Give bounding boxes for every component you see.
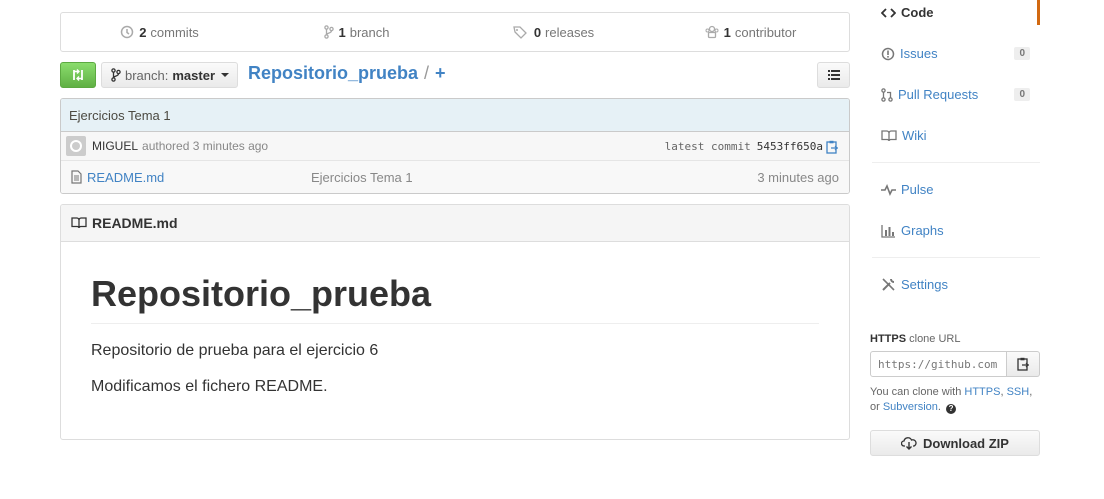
branch-select[interactable]: branch: master: [101, 62, 238, 88]
latest-commit: latest commit 5453ff650a: [665, 132, 839, 161]
contributors-link[interactable]: 1 contributor: [652, 13, 849, 51]
commit-meta: MIGUEL authored 3 minutes ago latest com…: [61, 132, 849, 161]
sidebar-item-label: Pull Requests: [898, 87, 979, 102]
readme-title: Repositorio_prueba: [91, 272, 819, 325]
branch-icon: [111, 68, 121, 82]
numbers-summary: 2 commits 1 branch 0 releases 1 contribu…: [60, 12, 850, 52]
repo-sidebar: Code Issues 0 Pull Requests 0 Wiki Pulse…: [870, 0, 1040, 305]
commits-label: commits: [150, 24, 199, 40]
clipboard-icon: [1016, 357, 1029, 371]
repo-root-link[interactable]: Repositorio_prueba: [248, 63, 418, 84]
tag-icon: [513, 26, 527, 39]
breadcrumb: Repositorio_prueba / +: [248, 63, 446, 84]
compare-button[interactable]: [60, 62, 96, 88]
branch-prefix: branch:: [125, 67, 169, 83]
commits-count: 2: [139, 24, 147, 40]
sidebar-item-label: Settings: [901, 277, 948, 292]
sidebar-item-label: Code: [901, 5, 934, 20]
path-separator: /: [424, 63, 430, 83]
file-table: Ejercicios Tema 1 MIGUEL authored 3 minu…: [60, 98, 850, 194]
commit-author[interactable]: MIGUEL: [92, 139, 138, 153]
branch-name: master: [172, 67, 216, 83]
question-icon[interactable]: ?: [946, 403, 957, 414]
clone-url-box: [870, 351, 1040, 377]
issue-icon: [881, 47, 895, 60]
readme-filename: README.md: [92, 215, 178, 231]
pulls-counter: 0: [1014, 88, 1030, 101]
table-row: README.md Ejercicios Tema 1 3 minutes ag…: [61, 161, 849, 193]
file-age: 3 minutes ago: [757, 169, 839, 185]
divider: [872, 162, 1040, 163]
list-view-button[interactable]: [817, 62, 850, 88]
copy-clone-url-button[interactable]: [1007, 351, 1040, 377]
commits-link[interactable]: 2 commits: [61, 13, 258, 51]
ssh-link[interactable]: SSH: [1007, 386, 1030, 398]
book-icon: [71, 217, 87, 229]
https-link[interactable]: HTTPS: [964, 386, 1000, 398]
sidebar-item-pulse[interactable]: Pulse: [870, 169, 1040, 210]
sidebar-item-code[interactable]: Code: [870, 0, 1040, 25]
sidebar-item-issues[interactable]: Issues 0: [870, 33, 1040, 74]
download-zip-label: Download ZIP: [923, 435, 1009, 451]
clone-url-label: HTTPS clone URL: [870, 333, 960, 345]
chevron-down-icon: [221, 73, 230, 77]
sidebar-item-label: Issues: [900, 46, 938, 61]
download-zip-button[interactable]: Download ZIP: [870, 430, 1040, 456]
releases-label: releases: [545, 24, 595, 40]
branches-count: 1: [338, 24, 346, 40]
clone-url-input[interactable]: [870, 351, 1007, 377]
sidebar-item-label: Pulse: [901, 182, 934, 197]
tools-icon: [882, 278, 895, 291]
releases-count: 0: [533, 24, 542, 40]
divider: [872, 257, 1040, 258]
latest-commit-label: latest commit: [664, 140, 751, 153]
sidebar-item-wiki[interactable]: Wiki: [870, 115, 1040, 156]
compare-icon: [73, 69, 83, 81]
sidebar-item-label: Wiki: [902, 128, 927, 143]
issues-counter: 0: [1014, 47, 1030, 60]
organization-icon: [705, 25, 719, 39]
clone-help-text: You can clone with HTTPS, SSH, or Subver…: [870, 386, 1033, 414]
pull-request-icon: [881, 87, 893, 102]
list-icon: [827, 70, 840, 80]
readme-header: README.md: [61, 205, 849, 242]
file-text-icon: [71, 170, 82, 184]
contributors-count: 1: [723, 24, 731, 40]
cloud-download-icon: [901, 436, 917, 450]
clone-help-prefix: You can clone with: [870, 386, 962, 398]
sidebar-item-pull-requests[interactable]: Pull Requests 0: [870, 74, 1040, 115]
sidebar-item-settings[interactable]: Settings: [870, 264, 1040, 305]
code-icon: [881, 7, 896, 18]
file-name-link[interactable]: README.md: [87, 170, 164, 185]
pulse-icon: [881, 183, 896, 196]
commit-message[interactable]: Ejercicios Tema 1: [61, 99, 849, 132]
graph-icon: [881, 224, 895, 238]
contributors-label: contributor: [734, 24, 797, 40]
readme-panel: README.md Repositorio_prueba Repositorio…: [60, 204, 850, 440]
subversion-link[interactable]: Subversion: [883, 401, 938, 413]
file-commit-message[interactable]: Ejercicios Tema 1: [311, 170, 413, 185]
readme-paragraph: Repositorio de prueba para el ejercicio …: [91, 342, 379, 360]
branches-link[interactable]: 1 branch: [258, 13, 455, 51]
add-file-link[interactable]: +: [435, 63, 446, 84]
clipboard-icon[interactable]: [826, 140, 839, 154]
releases-link[interactable]: 0 releases: [455, 13, 652, 51]
clone-protocol: HTTPS: [870, 333, 907, 345]
clone-label-text: clone URL: [909, 333, 961, 345]
commit-sha[interactable]: 5453ff650a: [757, 140, 823, 153]
readme-content: Repositorio_prueba Repositorio de prueba…: [61, 242, 849, 396]
commit-time: authored 3 minutes ago: [142, 139, 269, 153]
avatar[interactable]: [66, 136, 86, 156]
branch-icon: [323, 25, 334, 39]
sidebar-item-label: Graphs: [901, 223, 944, 238]
history-icon: [120, 25, 134, 39]
octocat-icon: [70, 140, 82, 152]
sidebar-item-graphs[interactable]: Graphs: [870, 210, 1040, 251]
readme-paragraph: Modificamos el fichero README.: [91, 378, 328, 396]
branches-label: branch: [349, 24, 390, 40]
book-icon: [881, 129, 897, 141]
clone-help-or: or: [870, 401, 880, 413]
